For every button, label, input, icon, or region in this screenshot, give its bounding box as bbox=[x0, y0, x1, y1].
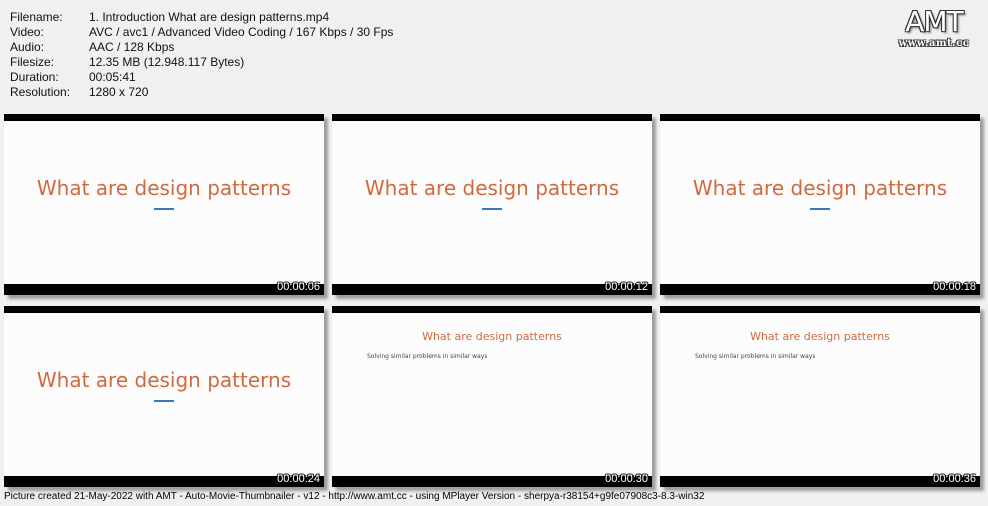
video-frame: What are design patterns bbox=[332, 121, 652, 284]
timestamp: 00:00:36 bbox=[933, 473, 976, 485]
slide-title: What are design patterns bbox=[364, 176, 620, 200]
info-value: AVC / avc1 / Advanced Video Coding / 167… bbox=[89, 25, 394, 39]
amt-logo-mark: AMT bbox=[905, 5, 963, 38]
slide-title: What are design patterns bbox=[36, 176, 292, 200]
title-underline bbox=[154, 208, 174, 210]
slide-title: What are design patterns bbox=[422, 330, 562, 343]
thumbnail-2: What are design patterns 00:00:12 bbox=[332, 114, 652, 295]
slide-title: What are design patterns bbox=[36, 368, 292, 392]
timestamp: 00:00:18 bbox=[933, 281, 976, 293]
thumbnail-3: What are design patterns 00:00:18 bbox=[660, 114, 980, 295]
slide-bullet-text: Solving similar problems in similar ways bbox=[695, 353, 816, 360]
info-value: 12.35 MB (12.948.117 Bytes) bbox=[89, 55, 245, 69]
info-label: Duration: bbox=[10, 70, 59, 84]
slide-title: What are design patterns bbox=[750, 330, 890, 343]
timestamp: 00:00:30 bbox=[605, 473, 648, 485]
info-value: 00:05:41 bbox=[89, 70, 136, 84]
info-label: Audio: bbox=[10, 40, 45, 54]
video-frame: What are design patterns bbox=[4, 313, 324, 476]
info-row-filename: Filename: 1. Introduction What are desig… bbox=[10, 10, 393, 25]
info-label: Filename: bbox=[10, 10, 63, 24]
info-row-filesize: Filesize: 12.35 MB (12.948.117 Bytes) bbox=[10, 55, 393, 70]
info-value: 1. Introduction What are design patterns… bbox=[89, 10, 330, 24]
info-row-resolution: Resolution: 1280 x 720 bbox=[10, 85, 393, 100]
info-value: 1280 x 720 bbox=[89, 85, 149, 99]
video-frame: What are design patterns Solving similar… bbox=[660, 313, 980, 476]
title-underline bbox=[482, 208, 502, 210]
video-frame: What are design patterns Solving similar… bbox=[332, 313, 652, 476]
amt-logo-url: www.amt.cc bbox=[898, 38, 970, 49]
media-info-panel: Filename: 1. Introduction What are desig… bbox=[10, 10, 393, 100]
thumbnail-5: What are design patterns Solving similar… bbox=[332, 306, 652, 487]
thumbnail-6: What are design patterns Solving similar… bbox=[660, 306, 980, 487]
thumbnail-1: What are design patterns 00:00:06 bbox=[4, 114, 324, 295]
info-label: Filesize: bbox=[10, 55, 55, 69]
title-underline bbox=[154, 400, 174, 402]
video-frame: What are design patterns bbox=[660, 121, 980, 284]
info-value: AAC / 128 Kbps bbox=[89, 40, 175, 54]
amt-logo: AMT www.amt.cc bbox=[892, 5, 976, 50]
info-row-video: Video: AVC / avc1 / Advanced Video Codin… bbox=[10, 25, 393, 40]
title-underline bbox=[810, 208, 830, 210]
footer-credit: Picture created 21-May-2022 with AMT - A… bbox=[4, 491, 705, 502]
thumbnail-4: What are design patterns 00:00:24 bbox=[4, 306, 324, 487]
timestamp: 00:00:06 bbox=[277, 281, 320, 293]
slide-title: What are design patterns bbox=[692, 176, 948, 200]
info-label: Resolution: bbox=[10, 85, 71, 99]
timestamp: 00:00:12 bbox=[605, 281, 648, 293]
info-row-duration: Duration: 00:05:41 bbox=[10, 70, 393, 85]
info-row-audio: Audio: AAC / 128 Kbps bbox=[10, 40, 393, 55]
info-label: Video: bbox=[10, 25, 44, 39]
timestamp: 00:00:24 bbox=[277, 473, 320, 485]
slide-bullet-text: Solving similar problems in similar ways bbox=[367, 353, 488, 360]
video-frame: What are design patterns bbox=[4, 121, 324, 284]
